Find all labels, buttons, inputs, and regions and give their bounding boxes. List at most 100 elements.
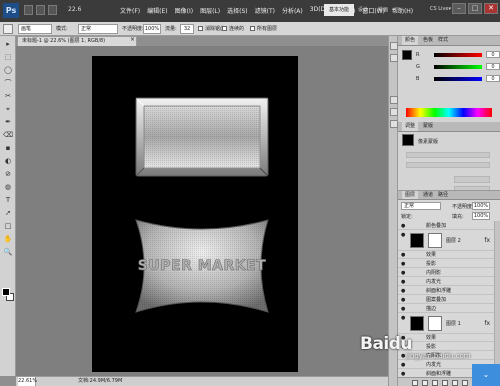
menu-item[interactable]: 选择(S) <box>227 6 248 15</box>
close-button[interactable]: ✕ <box>484 3 498 14</box>
link-layers-icon[interactable] <box>412 379 418 386</box>
blend-mode-select[interactable]: 正常 <box>401 202 441 210</box>
menu-item[interactable]: 图层(L) <box>200 6 220 15</box>
tab-color[interactable]: 颜色 <box>402 36 419 45</box>
layer-effect-row[interactable]: ● 效果 <box>398 334 494 342</box>
paragraph-icon[interactable] <box>390 120 398 128</box>
tab-layers[interactable]: 图层 <box>402 191 419 199</box>
visibility-eye-icon[interactable]: ● <box>401 315 407 321</box>
tool-button-icon[interactable]: ◍ <box>3 183 13 192</box>
status-zoom-input[interactable]: 22.61% <box>18 377 37 386</box>
layer-row[interactable]: ● fx 图层 2 <box>398 231 494 251</box>
visibility-eye-icon[interactable]: ● <box>401 297 407 303</box>
visibility-eye-icon[interactable]: ● <box>401 362 407 368</box>
tool-button-icon[interactable]: T <box>3 196 13 205</box>
layer-thumbnail[interactable] <box>410 233 424 248</box>
tool-button-icon[interactable]: ➚ <box>3 209 13 218</box>
visibility-eye-icon[interactable]: ● <box>401 288 407 294</box>
slider-g-value[interactable]: 0 <box>486 63 500 70</box>
slider-r-track[interactable] <box>434 53 482 57</box>
add-mask-icon[interactable] <box>432 379 438 386</box>
slider-r-value[interactable]: 0 <box>486 51 500 58</box>
menu-item[interactable]: 帮助(H) <box>392 6 413 15</box>
layer-effect-row[interactable]: ● 投影 <box>398 343 494 351</box>
layer-style-icon[interactable] <box>422 379 428 386</box>
corner-action-button[interactable]: ⌄ <box>472 364 500 386</box>
tool-button-icon[interactable]: ✋ <box>3 235 13 244</box>
visibility-eye-icon[interactable]: ● <box>401 306 407 312</box>
actions-icon[interactable] <box>390 54 398 62</box>
layer-effect-row[interactable]: ● 颜色叠加 <box>398 222 494 230</box>
tab-paths[interactable]: 路径 <box>438 191 448 199</box>
slider-b-value[interactable]: 0 <box>486 75 500 82</box>
tool-button-icon[interactable]: ⌖ <box>3 105 13 114</box>
fx-icon[interactable]: fx <box>484 231 490 251</box>
menu-item[interactable]: 文件(F) <box>120 6 140 15</box>
document-size-info[interactable]: 文档:24.9M/6.79M <box>78 377 122 386</box>
layer-effect-row[interactable]: ● 内阴影 <box>398 269 494 277</box>
density-slider[interactable] <box>406 152 490 158</box>
new-layer-icon[interactable] <box>462 379 468 386</box>
tool-button-icon[interactable]: 🔍 <box>3 248 13 257</box>
flow-input[interactable]: 32 <box>180 24 194 34</box>
slider-g[interactable]: G 0 <box>416 63 500 70</box>
visibility-eye-icon[interactable]: ● <box>401 261 407 267</box>
tool-button-icon[interactable]: ⌒ <box>3 79 13 88</box>
layer-effect-row[interactable]: ● 投影 <box>398 260 494 268</box>
layer-effect-row[interactable]: ● 图案叠加 <box>398 296 494 304</box>
brush-preset-select[interactable]: 画笔 <box>18 24 52 34</box>
slider-b-track[interactable] <box>434 77 482 81</box>
fill-input[interactable]: 100% <box>472 212 490 220</box>
menu-item[interactable]: 分析(A) <box>282 6 303 15</box>
visibility-eye-icon[interactable]: ● <box>401 232 407 238</box>
layer-row[interactable]: ● fx 图层 1 <box>398 314 494 334</box>
layer-thumbnail[interactable] <box>410 316 424 331</box>
workspace-painting-button[interactable]: 绘画 <box>378 6 388 13</box>
layer-effect-row[interactable]: ● 描边 <box>398 305 494 313</box>
feather-slider[interactable] <box>406 162 490 168</box>
checkbox-box[interactable] <box>222 26 227 31</box>
group-icon[interactable] <box>452 379 458 386</box>
tool-button-icon[interactable]: □ <box>3 222 13 231</box>
document-canvas[interactable]: SUPER MARKET <box>92 56 298 372</box>
canvas-workspace[interactable]: SUPER MARKET <box>16 46 388 376</box>
layer-opacity-input[interactable]: 100% <box>472 202 490 210</box>
anti-alias-checkbox[interactable]: 消除锯齿 <box>198 25 225 32</box>
workspace-more-button[interactable]: » <box>398 6 401 12</box>
checkbox-box[interactable] <box>250 26 255 31</box>
tab-swatches[interactable]: 色板 <box>423 36 433 45</box>
visibility-eye-icon[interactable]: ● <box>401 223 407 229</box>
minibridge-icon[interactable] <box>36 5 45 15</box>
checkbox-box[interactable] <box>198 26 203 31</box>
mask-edge-button[interactable] <box>454 176 490 183</box>
menu-item[interactable]: 编辑(E) <box>147 6 167 15</box>
bridge-icon[interactable] <box>24 5 33 15</box>
tool-button-icon[interactable]: ⊘ <box>3 170 13 179</box>
color-spectrum-bar[interactable] <box>406 108 492 117</box>
visibility-eye-icon[interactable]: ● <box>401 270 407 276</box>
cs-live-button[interactable]: CS Live▾ <box>430 6 451 12</box>
layers-scrollbar[interactable] <box>494 221 500 376</box>
slider-g-track[interactable] <box>434 65 482 69</box>
tool-button-icon[interactable]: ◯ <box>3 66 13 75</box>
menu-item[interactable]: 滤镜(T) <box>255 6 275 15</box>
document-tab[interactable]: 未标题-1 @ 22.6% (图层 1, RGB/8) <box>17 36 137 46</box>
tab-adjustments[interactable]: 调整 <box>402 122 419 131</box>
opacity-input[interactable]: 100% <box>143 24 161 34</box>
tool-button-icon[interactable]: ⌫ <box>3 131 13 140</box>
mask-thumbnail[interactable] <box>402 134 414 146</box>
visibility-eye-icon[interactable]: ● <box>401 252 407 258</box>
zoom-tool-icon[interactable] <box>48 5 57 15</box>
adjustment-layer-icon[interactable] <box>442 379 448 386</box>
color-preview-swatch[interactable] <box>402 50 412 60</box>
character-icon[interactable] <box>390 108 398 116</box>
maximize-button[interactable]: □ <box>468 3 482 14</box>
tool-button-icon[interactable]: ⬚ <box>3 53 13 62</box>
tool-button-icon[interactable]: ✂ <box>3 92 13 101</box>
fx-icon[interactable]: fx <box>484 314 490 334</box>
layer-effect-row[interactable]: ● 内发光 <box>398 278 494 286</box>
layer-mask-thumbnail[interactable] <box>428 316 442 331</box>
tool-button-icon[interactable]: ▪ <box>3 144 13 153</box>
color-swatches[interactable] <box>2 288 14 302</box>
all-layers-checkbox[interactable]: 所有图层 <box>250 25 277 32</box>
